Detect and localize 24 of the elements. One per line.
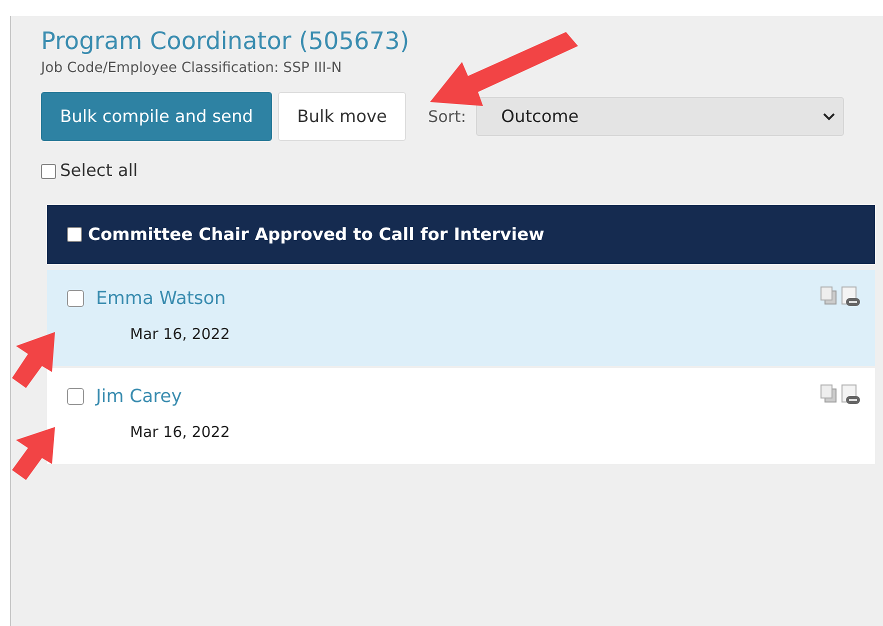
candidate-checkbox[interactable] <box>67 388 84 405</box>
copy-icon[interactable] <box>820 384 838 404</box>
candidate-row[interactable]: Jim Carey Mar 16, 2022 <box>47 368 875 464</box>
select-all-checkbox[interactable] <box>41 164 56 178</box>
candidate-name[interactable]: Jim Carey <box>96 386 182 407</box>
candidate-date: Mar 16, 2022 <box>130 325 231 343</box>
document-link-icon[interactable] <box>841 384 861 406</box>
sort-select[interactable]: Outcome <box>476 97 844 136</box>
document-link-icon[interactable] <box>841 286 861 308</box>
group-checkbox[interactable] <box>67 227 82 242</box>
candidate-checkbox[interactable] <box>67 290 84 307</box>
candidate-date: Mar 16, 2022 <box>130 423 231 441</box>
group-title: Committee Chair Approved to Call for Interview <box>88 224 544 244</box>
annotation-arrow <box>12 427 55 480</box>
select-all-label: Select all <box>60 161 138 181</box>
move-button[interactable]: Bulk move <box>278 92 406 141</box>
job-classification: Job Code/Employee Classification: SSP III-N <box>41 60 343 76</box>
job-title: Program Coordinator (505673) <box>41 26 410 56</box>
compile-send-button[interactable]: Bulk compile and send <box>41 92 272 141</box>
candidate-row[interactable]: Emma Watson Mar 16, 2022 <box>47 270 875 366</box>
chevron-down-icon <box>823 112 836 120</box>
annotation-arrow <box>12 332 55 388</box>
copy-icon[interactable] <box>820 286 838 306</box>
sort-label: Sort: <box>428 107 466 126</box>
